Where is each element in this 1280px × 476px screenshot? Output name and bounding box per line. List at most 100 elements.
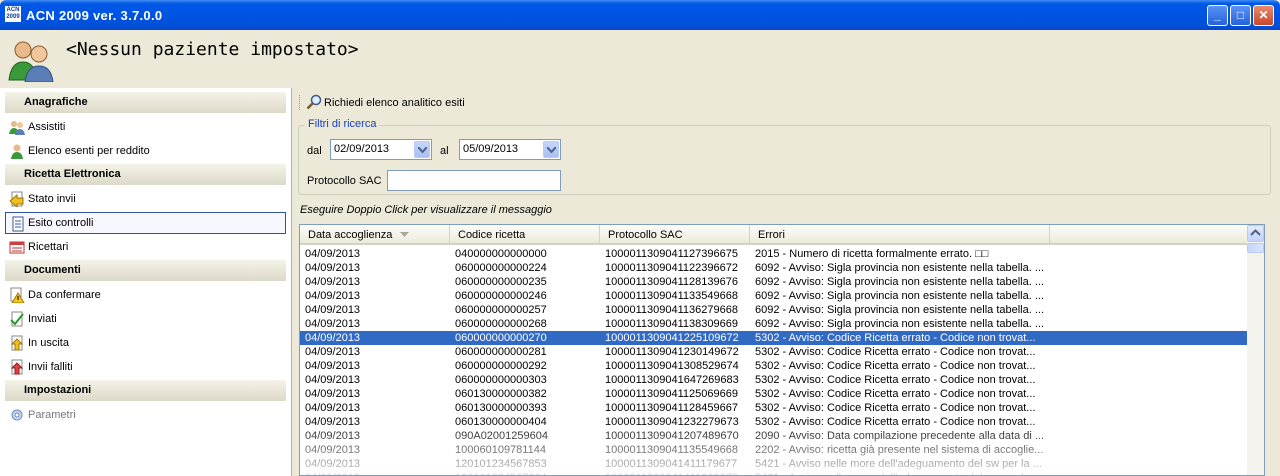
filters-group: Filtri di ricerca dal 02/09/2013 al 05/0… (298, 118, 1271, 195)
table-row[interactable]: 04/09/2013 060000000000246 100001130904113… (300, 289, 1248, 303)
table-cell: 1000011309041232279673 (605, 416, 739, 428)
maximize-button[interactable]: □ (1230, 5, 1251, 26)
table-cell: 1000011309041308529674 (605, 360, 739, 372)
table-cell: 1000011309041136279668 (605, 304, 738, 316)
patients-avatar-icon (8, 41, 54, 82)
table-cell: 5421 - Avviso nelle more dell'adeguament… (755, 472, 1047, 475)
sidebar-item-label: Da confermare (28, 289, 101, 301)
sidebar-item-esito-controlli[interactable]: Esito controlli (5, 212, 286, 234)
table-row[interactable]: 04/09/2013 060000000000268 100001130904113… (300, 317, 1248, 331)
failed-document-icon (10, 359, 24, 375)
table-cell: 6092 - Avviso: Sigla provincia non esist… (755, 290, 1045, 302)
table-row[interactable]: 04/09/2013 120101234567853 100001130904141… (300, 457, 1248, 471)
column-header-errori[interactable]: Errori (750, 225, 1050, 243)
table-cell: 5302 - Avviso: Codice Ricetta errato - C… (755, 388, 1036, 400)
table-cell: 04/09/2013 (305, 430, 361, 442)
main-panel: Richiedi elenco analitico esiti Filtri d… (292, 88, 1280, 476)
from-date-value: 02/09/2013 (334, 143, 390, 155)
table-cell: 1000011309041125069669 (605, 388, 738, 400)
toolbar-grip[interactable] (299, 95, 302, 110)
sidebar-item-stato-invii[interactable]: Stato invii (5, 188, 286, 210)
request-detailed-list-button[interactable]: Richiedi elenco analitico esiti (306, 94, 465, 112)
table-row[interactable]: 04/09/2013 060000000000235 100001130904112… (300, 275, 1248, 289)
settings-icon (11, 409, 23, 421)
prescription-pad-icon (9, 241, 25, 254)
table-row[interactable]: 04/09/2013 060000000000281 100001130904123… (300, 345, 1248, 359)
column-header-protocollo-sac[interactable]: Protocollo SAC (600, 225, 750, 243)
results-grid[interactable]: Data accoglienza Codice ricetta Protocol… (299, 224, 1265, 476)
table-row[interactable]: 04/09/2013 060130000000393 100001130904112… (300, 401, 1248, 415)
table-row[interactable]: 04/09/2013 040000000000000 100001130904112… (300, 247, 1248, 261)
table-cell: 060130000000382 (455, 388, 547, 400)
table-cell: 04/09/2013 (305, 388, 361, 400)
table-cell: 6092 - Avviso: Sigla provincia non esist… (755, 262, 1045, 274)
sidebar-item-invii-falliti[interactable]: Invii falliti (5, 356, 286, 378)
column-header-label: Protocollo SAC (608, 229, 683, 241)
protocol-sac-input[interactable] (387, 170, 561, 191)
close-button[interactable]: ✕ (1253, 5, 1274, 26)
sidebar-item-da-confermare[interactable]: Da confermare (5, 284, 286, 306)
table-cell: 5302 - Avviso: Codice Ricetta errato - C… (755, 360, 1036, 372)
table-row[interactable]: 04/09/2013 060000000000303 100001130904164… (300, 373, 1248, 387)
sidebar-item-parametri[interactable]: Parametri (5, 404, 286, 426)
sidebar-item-inviati[interactable]: Inviati (5, 308, 286, 330)
scroll-up-button[interactable] (1247, 225, 1264, 242)
table-row[interactable]: 04/09/2013 060130000000404 100001130904123… (300, 415, 1248, 429)
table-row[interactable]: 04/09/2013 060000000000224 100001130904112… (300, 261, 1248, 275)
sidebar-item-ricettari[interactable]: Ricettari (5, 236, 286, 258)
to-date-picker[interactable]: 05/09/2013 (459, 139, 561, 160)
table-row[interactable]: 04/09/2013 060000000000270 100001130904122… (300, 331, 1248, 345)
scroll-thumb[interactable] (1247, 243, 1264, 253)
table-cell: 1000011309041230149672 (605, 346, 739, 358)
window-title: ACN 2009 ver. 3.7.0.0 (26, 8, 163, 23)
sidebar-item-in-uscita[interactable]: In uscita (5, 332, 286, 354)
table-row[interactable]: 04/09/2013 060000000000257 100001130904113… (300, 303, 1248, 317)
sidebar-section-anagrafiche[interactable]: Anagrafiche (5, 92, 286, 113)
table-cell: 04/09/2013 (305, 290, 361, 302)
table-cell: 04/09/2013 (305, 276, 361, 288)
sidebar-item-elenco-esenti[interactable]: Elenco esenti per reddito (5, 140, 286, 162)
sidebar-item-label: Inviati (28, 313, 57, 325)
sidebar-section-impostazioni[interactable]: Impostazioni (5, 380, 286, 401)
grid-header: Data accoglienza Codice ricetta Protocol… (300, 225, 1248, 245)
vertical-scrollbar[interactable] (1247, 225, 1264, 475)
sidebar-item-label: Stato invii (28, 193, 76, 205)
table-cell: 5302 - Avviso: Codice Ricetta errato - C… (755, 416, 1036, 428)
table-row[interactable]: 04/09/2013 100060109781144 100001130904113… (300, 443, 1248, 457)
table-cell: 100060109781144 (455, 444, 546, 456)
sidebar: Anagrafiche Assistiti Elenco esenti per … (0, 88, 292, 476)
table-row[interactable]: 04/09/2013 060130000000382 100001130904112… (300, 387, 1248, 401)
table-cell: 060000000000292 (455, 360, 547, 372)
table-row[interactable]: 04/09/2013 090A02001259604 100001130904120… (300, 429, 1248, 443)
sidebar-item-label: In uscita (28, 337, 69, 349)
sidebar-item-label: Parametri (28, 409, 76, 421)
document-list-icon (12, 216, 24, 232)
sent-document-icon (10, 311, 24, 327)
table-cell: 04/09/2013 (305, 360, 361, 372)
table-cell: 120101234567864 (455, 472, 595, 475)
protocol-sac-label: Protocollo SAC (307, 175, 382, 187)
column-header-data-accoglienza[interactable]: Data accoglienza (300, 225, 450, 243)
from-date-picker[interactable]: 02/09/2013 (330, 139, 432, 160)
from-date-label: dal (307, 145, 322, 157)
filters-legend: Filtri di ricerca (305, 118, 380, 130)
title-bar[interactable]: ACN 2009 ACN 2009 ver. 3.7.0.0 _ □ ✕ (0, 0, 1280, 30)
table-cell: 1000011309041411179677 (605, 458, 738, 470)
table-row[interactable]: 04/09/2013 060000000000292 100001130904130… (300, 359, 1248, 373)
column-header-codice-ricetta[interactable]: Codice ricetta (450, 225, 600, 243)
table-cell: 04/09/2013 (305, 332, 361, 344)
minimize-button[interactable]: _ (1207, 5, 1228, 26)
chevron-down-icon (418, 147, 427, 153)
sidebar-section-documenti[interactable]: Documenti (5, 260, 286, 281)
sidebar-item-assistiti[interactable]: Assistiti (5, 116, 286, 138)
table-cell: 060000000000235 (455, 276, 547, 288)
sidebar-section-ricetta-elettronica[interactable]: Ricetta Elettronica (5, 164, 286, 185)
to-date-dropdown-button[interactable] (543, 141, 559, 158)
from-date-dropdown-button[interactable] (414, 141, 430, 158)
page-title: <Nessun paziente impostato> (66, 39, 359, 60)
table-cell: 060000000000224 (455, 262, 547, 274)
table-cell: 04/09/2013 (305, 248, 361, 260)
column-header-label: Errori (758, 229, 785, 241)
table-row[interactable]: 04/09/2013 120101234567864 100001130904141… (300, 471, 1248, 475)
table-cell: 04/09/2013 (305, 374, 361, 386)
